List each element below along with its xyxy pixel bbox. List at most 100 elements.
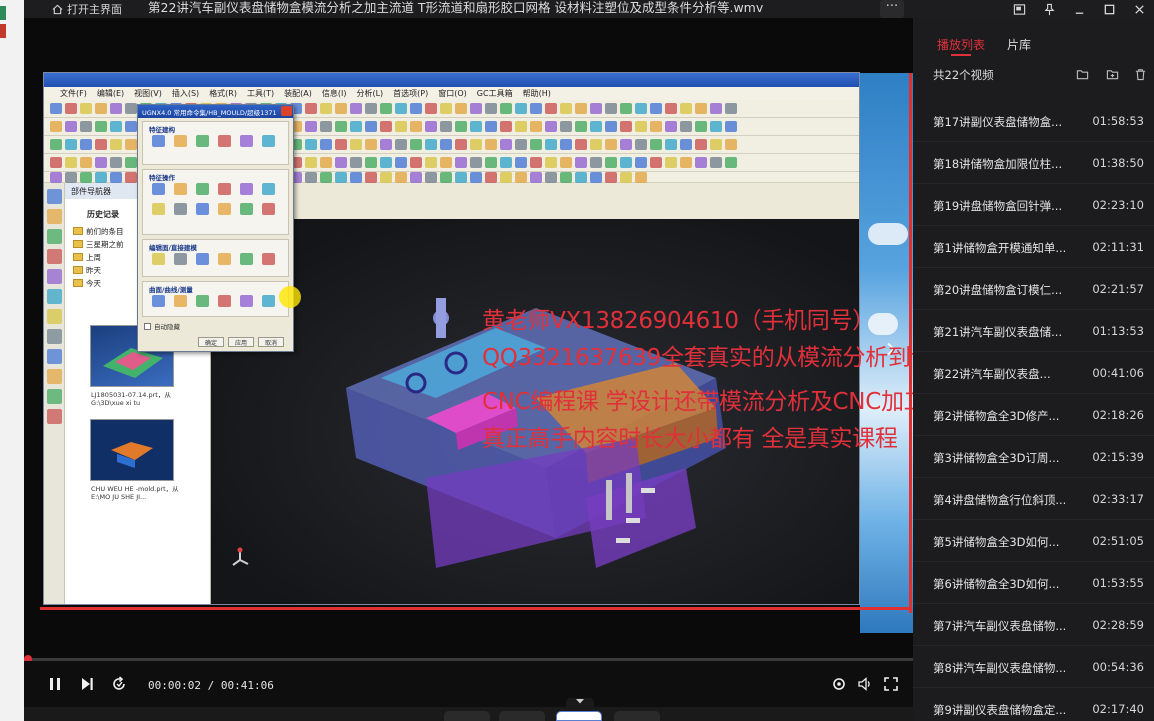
toolbar-tool-icon[interactable] (575, 121, 587, 132)
toolbar-tool-icon[interactable] (680, 157, 692, 168)
volume-button[interactable] (854, 673, 876, 695)
toolbar-tool-icon[interactable] (470, 171, 482, 183)
toolbar-tool-icon[interactable] (710, 121, 722, 132)
toolbar-tool-icon[interactable] (50, 171, 62, 183)
toolbar-tool-icon[interactable] (110, 103, 122, 114)
dialog-cancel-button[interactable]: 取消 (258, 337, 284, 347)
toolbar-tool-icon[interactable] (560, 139, 572, 150)
toolbar-tool-icon[interactable] (410, 157, 422, 168)
playlist-item[interactable]: 第5讲储物盒全3D如何... 02:51:05 (913, 520, 1154, 562)
toolbar-tool-icon[interactable] (350, 157, 362, 168)
toolbar-tool-icon[interactable] (455, 157, 467, 168)
dialog-tool-icon[interactable] (240, 295, 253, 307)
toolbar-tool-icon[interactable] (365, 157, 377, 168)
toolbar-tool-icon[interactable] (350, 103, 362, 114)
toolbar-tool-icon[interactable] (665, 139, 677, 150)
toolbar-tool-icon[interactable] (470, 121, 482, 132)
add-button[interactable] (1106, 66, 1120, 80)
resource-bar-icon[interactable] (47, 209, 62, 224)
toolbar-tool-icon[interactable] (350, 121, 362, 132)
toolbar-tool-icon[interactable] (65, 121, 77, 132)
dialog-tool-icon[interactable] (218, 135, 231, 147)
toolbar-tool-icon[interactable] (320, 103, 332, 114)
toolbar-tool-icon[interactable] (665, 157, 677, 168)
dialog-tool-icon[interactable] (240, 253, 253, 265)
dialog-apply-button[interactable]: 应用 (228, 337, 254, 347)
mini-mode-button[interactable] (1006, 0, 1032, 18)
loop-button[interactable] (108, 673, 130, 695)
dialog-tool-icon[interactable] (196, 135, 209, 147)
video-frame[interactable]: 文件(F) 编辑(E) 视图(V) 插入(S) 格式(R) 工具(T) 装配(A… (24, 18, 913, 660)
toolbar-tool-icon[interactable] (335, 171, 347, 183)
toolbar-tool-icon[interactable] (590, 103, 602, 114)
pause-button[interactable] (44, 673, 66, 695)
toolbar-tool-icon[interactable] (95, 171, 107, 183)
toolbar-tool-icon[interactable] (440, 157, 452, 168)
playlist-item[interactable]: 第20讲盘储物盒订模仁... 02:21:57 (913, 268, 1154, 310)
dialog-tool-icon[interactable] (218, 203, 231, 215)
toolbar-tool-icon[interactable] (575, 171, 587, 183)
toolbar-tool-icon[interactable] (125, 171, 137, 183)
toolbar-tool-icon[interactable] (380, 157, 392, 168)
toolbar-tool-icon[interactable] (335, 103, 347, 114)
tab-playlist[interactable]: 播放列表 (937, 36, 985, 56)
toolbar-tool-icon[interactable] (320, 139, 332, 150)
toolbar-tool-icon[interactable] (665, 121, 677, 132)
toolbar-tool-icon[interactable] (425, 171, 437, 183)
playlist-item[interactable]: 第2讲储物盒全3D修产... 02:18:26 (913, 394, 1154, 436)
maximize-button[interactable] (1096, 0, 1122, 18)
toolbar-tool-icon[interactable] (350, 171, 362, 183)
toolbar-tool-icon[interactable] (515, 121, 527, 132)
toolbar-tool-icon[interactable] (485, 103, 497, 114)
toolbar-tool-icon[interactable] (710, 157, 722, 168)
toolbar-tool-icon[interactable] (545, 121, 557, 132)
taskbar-thumb-active[interactable] (556, 711, 602, 721)
toolbar-tool-icon[interactable] (380, 103, 392, 114)
dialog-tool-icon[interactable] (262, 203, 275, 215)
toolbar-tool-icon[interactable] (725, 103, 737, 114)
toolbar-tool-icon[interactable] (455, 139, 467, 150)
toolbar-tool-icon[interactable] (650, 121, 662, 132)
toolbar-tool-icon[interactable] (515, 103, 527, 114)
dialog-tool-icon[interactable] (218, 295, 231, 307)
toolbar-tool-icon[interactable] (380, 139, 392, 150)
dialog-tool-icon[interactable] (262, 253, 275, 265)
resource-bar-icon[interactable] (47, 229, 62, 244)
dialog-tool-icon[interactable] (152, 295, 165, 307)
toolbar-tool-icon[interactable] (440, 103, 452, 114)
toolbar-tool-icon[interactable] (560, 121, 572, 132)
toolbar-tool-icon[interactable] (80, 121, 92, 132)
playlist-item[interactable]: 第4讲盘储物盒行位斜顶... 02:33:17 (913, 478, 1154, 520)
toolbar-tool-icon[interactable] (680, 103, 692, 114)
toolbar-tool-icon[interactable] (545, 103, 557, 114)
dialog-tool-icon[interactable] (196, 253, 209, 265)
toolbar-tool-icon[interactable] (65, 171, 77, 183)
dialog-tool-icon[interactable] (152, 203, 165, 215)
dialog-tool-icon[interactable] (152, 253, 165, 265)
toolbar-tool-icon[interactable] (50, 139, 62, 150)
toolbar-tool-icon[interactable] (605, 139, 617, 150)
playlist-item[interactable]: 第18讲储物盒加限位柱... 01:38:50 (913, 142, 1154, 184)
toolbar-tool-icon[interactable] (470, 103, 482, 114)
toolbar-tool-icon[interactable] (335, 121, 347, 132)
toolbar-tool-icon[interactable] (425, 139, 437, 150)
toolbar-tool-icon[interactable] (110, 157, 122, 168)
toolbar-tool-icon[interactable] (305, 103, 317, 114)
toolbar-tool-icon[interactable] (545, 157, 557, 168)
playlist-item[interactable]: 第3讲储物盒全3D订周... 02:15:39 (913, 436, 1154, 478)
toolbar-tool-icon[interactable] (590, 121, 602, 132)
taskbar-thumb[interactable] (499, 711, 545, 721)
toolbar-tool-icon[interactable] (605, 103, 617, 114)
dialog-tool-icon[interactable] (240, 203, 253, 215)
toolbar-tool-icon[interactable] (635, 157, 647, 168)
dialog-tool-icon[interactable] (196, 203, 209, 215)
toolbar-tool-icon[interactable] (95, 103, 107, 114)
dialog-tool-icon[interactable] (174, 295, 187, 307)
toolbar-tool-icon[interactable] (80, 171, 92, 183)
toolbar-tool-icon[interactable] (65, 157, 77, 168)
toolbar-tool-icon[interactable] (635, 171, 647, 183)
toolbar-tool-icon[interactable] (95, 121, 107, 132)
toolbar-tool-icon[interactable] (680, 139, 692, 150)
toolbar-tool-icon[interactable] (125, 157, 137, 168)
toolbar-tool-icon[interactable] (590, 139, 602, 150)
